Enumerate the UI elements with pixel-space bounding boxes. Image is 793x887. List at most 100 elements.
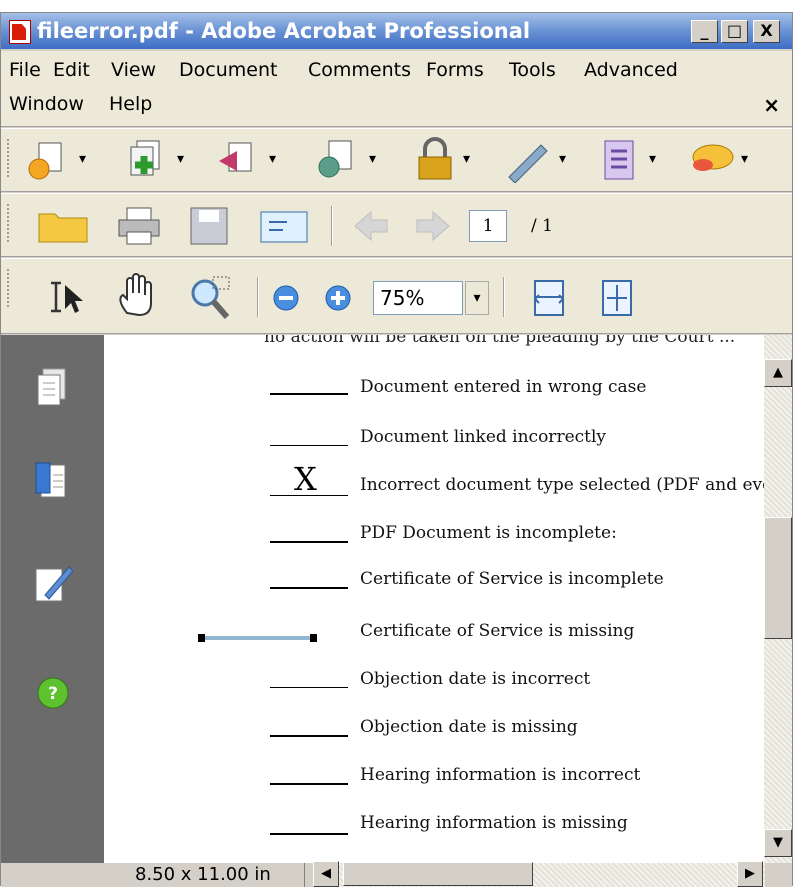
toolbar-grip[interactable] <box>7 139 11 177</box>
check-blank <box>270 445 348 446</box>
forms-dropdown[interactable]: ▾ <box>649 151 656 167</box>
create-pdf-dropdown[interactable]: ▾ <box>79 151 86 167</box>
combine-files-dropdown[interactable]: ▾ <box>177 151 184 167</box>
secure-lock-icon[interactable] <box>413 137 457 183</box>
checklist-row: Document entered in wrong case <box>104 371 764 411</box>
zoom-dropdown-button[interactable]: ▾ <box>465 281 489 315</box>
page-size-readout: 8.50 x 11.00 in <box>99 863 305 887</box>
sign-pen-icon[interactable] <box>501 139 553 183</box>
checklist-row: Objection date is incorrect <box>104 661 764 701</box>
menu-forms[interactable]: Forms <box>426 59 484 81</box>
checklist-label: PDF Document is incomplete: <box>360 523 617 543</box>
checklist-label: Document linked incorrectly <box>360 427 607 447</box>
vertical-scroll-thumb[interactable] <box>764 517 792 639</box>
zoom-level-input[interactable]: 75% <box>373 281 463 315</box>
minimize-button[interactable]: _ <box>691 20 718 43</box>
cut-off-text: no action will be taken on the pleading … <box>264 335 736 347</box>
zoom-marquee-icon[interactable] <box>187 273 237 321</box>
checklist-row: PDF Document is incomplete: <box>104 515 764 555</box>
checklist-row: X Incorrect document type selected (PDF … <box>104 461 764 501</box>
email-icon[interactable] <box>257 206 311 246</box>
pdf-app-icon <box>9 20 31 44</box>
checklist-label: Certificate of Service is missing <box>360 621 635 641</box>
menu-view[interactable]: View <box>111 59 156 81</box>
check-blank <box>270 833 348 835</box>
checklist-row: Document linked incorrectly <box>104 419 764 459</box>
toolbar-separator <box>331 206 333 246</box>
fit-page-icon[interactable] <box>597 277 637 319</box>
menu-window[interactable]: Window <box>9 93 84 115</box>
page-number-input[interactable]: 1 <box>469 210 507 242</box>
menu-document[interactable]: Document <box>179 59 277 81</box>
bookmarks-icon[interactable] <box>33 461 69 503</box>
zoom-out-icon[interactable] <box>271 283 301 313</box>
maximize-button[interactable]: □ <box>721 20 748 43</box>
horizontal-scrollbar[interactable]: ◀ ▶ <box>313 861 765 887</box>
review-dropdown[interactable]: ▾ <box>369 151 376 167</box>
checklist-label: Document entered in wrong case <box>360 377 647 397</box>
tasks-toolbar: ▾ ▾ ▾ ▾ ▾ ▾ ▾ ▾ <box>1 128 792 192</box>
menu-advanced[interactable]: Advanced <box>584 59 678 81</box>
toolbar-separator <box>503 277 505 317</box>
export-icon[interactable] <box>213 139 265 183</box>
menu-file[interactable]: File <box>9 59 41 81</box>
title-bar[interactable]: fileerror.pdf - Adobe Acrobat Profession… <box>1 13 792 49</box>
checklist-row: Hearing information is missing <box>104 807 764 847</box>
menu-edit[interactable]: Edit <box>53 59 90 81</box>
save-disk-icon[interactable] <box>187 206 231 246</box>
open-folder-icon[interactable] <box>35 206 91 246</box>
scroll-down-arrow-icon[interactable]: ▼ <box>764 829 792 857</box>
fit-width-icon[interactable] <box>529 277 569 319</box>
selected-line-annotation[interactable] <box>198 631 320 645</box>
vertical-scrollbar[interactable]: ▲ ▼ <box>764 335 792 863</box>
review-icon[interactable] <box>311 139 363 183</box>
previous-page-icon[interactable] <box>351 208 391 244</box>
pages-icon[interactable] <box>35 367 69 409</box>
zoom-in-icon[interactable] <box>323 283 353 313</box>
checklist-label: Incorrect document type selected (PDF an… <box>360 475 764 495</box>
document-close-icon[interactable]: × <box>763 93 780 117</box>
create-pdf-icon[interactable] <box>23 139 75 183</box>
toolbar-separator <box>257 277 259 317</box>
scroll-right-arrow-icon[interactable]: ▶ <box>737 861 763 887</box>
menu-tools[interactable]: Tools <box>509 59 556 81</box>
toolbar-grip[interactable] <box>7 204 11 242</box>
next-page-icon[interactable] <box>413 208 453 244</box>
scroll-up-arrow-icon[interactable]: ▲ <box>764 359 792 387</box>
checklist-label: Objection date is incorrect <box>360 669 591 689</box>
forms-icon[interactable] <box>599 139 643 183</box>
acrobat-window: fileerror.pdf - Adobe Acrobat Profession… <box>0 12 793 887</box>
secure-dropdown[interactable]: ▾ <box>463 151 470 167</box>
file-toolbar: 1 / 1 <box>1 193 792 257</box>
menu-comments[interactable]: Comments <box>308 59 411 81</box>
document-page[interactable]: no action will be taken on the pleading … <box>104 335 764 863</box>
horizontal-scroll-thumb[interactable] <box>343 862 533 886</box>
checklist-row: Certificate of Service is missing <box>104 613 764 653</box>
checklist-label: Objection date is missing <box>360 717 578 737</box>
svg-text:?: ? <box>48 684 58 704</box>
export-dropdown[interactable]: ▾ <box>269 151 276 167</box>
view-toolbar: 75% ▾ <box>1 258 792 334</box>
checklist-row: Hearing information is incorrect <box>104 757 764 797</box>
window-title: fileerror.pdf - Adobe Acrobat Profession… <box>37 19 531 43</box>
comment-dropdown[interactable]: ▾ <box>741 151 748 167</box>
select-text-cursor-icon[interactable] <box>45 277 91 317</box>
toolbar-grip[interactable] <box>7 269 11 307</box>
scroll-left-arrow-icon[interactable]: ◀ <box>313 861 339 887</box>
hand-tool-icon[interactable] <box>113 273 161 319</box>
combine-files-icon[interactable] <box>121 139 173 183</box>
comment-icon[interactable] <box>687 141 737 181</box>
check-mark-x: X <box>294 460 317 498</box>
help-icon[interactable]: ? <box>35 675 71 711</box>
signatures-icon[interactable] <box>33 561 73 607</box>
close-button[interactable]: X <box>753 20 780 43</box>
navigation-pane: ? <box>1 335 104 863</box>
checklist-label: Hearing information is incorrect <box>360 765 641 785</box>
checklist-row: Certificate of Service is incomplete <box>104 563 764 603</box>
check-blank <box>270 393 348 395</box>
check-blank <box>270 687 348 688</box>
print-icon[interactable] <box>115 206 165 246</box>
menu-help[interactable]: Help <box>109 93 152 115</box>
checklist-row: Objection date is missing <box>104 709 764 749</box>
sign-dropdown[interactable]: ▾ <box>559 151 566 167</box>
